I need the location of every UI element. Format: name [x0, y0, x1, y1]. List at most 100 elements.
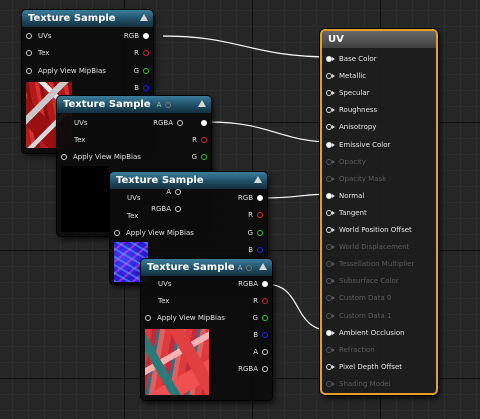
output-pin-icon[interactable]: [201, 120, 207, 126]
input-pin-icon[interactable]: [26, 68, 32, 74]
alpha-pin-icon[interactable]: [165, 101, 172, 108]
input-uvs[interactable]: UVs: [158, 278, 172, 290]
result-input-row[interactable]: Subsurface Color: [326, 275, 399, 287]
input-pin-icon[interactable]: [326, 329, 335, 336]
output-pin-icon[interactable]: [262, 298, 268, 304]
input-tex[interactable]: Tex: [74, 134, 85, 146]
input-uvs[interactable]: UVs: [127, 192, 141, 204]
output-pin-icon[interactable]: [262, 315, 268, 321]
output-rgb-connected[interactable]: [197, 117, 207, 129]
output-pin-icon[interactable]: [177, 120, 183, 126]
output-pin-icon[interactable]: [201, 154, 207, 160]
input-apply-view-mipbias[interactable]: Apply View MipBias: [26, 65, 106, 77]
collapse-arrow-icon[interactable]: [259, 263, 267, 270]
result-input-row[interactable]: Opacity: [326, 156, 366, 168]
input-apply-view-mipbias[interactable]: Apply View MipBias: [145, 312, 225, 324]
output-pin-icon[interactable]: [262, 366, 268, 372]
output-rgb[interactable]: RGB: [238, 192, 263, 204]
result-input-row[interactable]: Tessellation Multiplier: [326, 258, 414, 270]
output-pin-icon[interactable]: [257, 230, 263, 236]
input-apply-view-mipbias[interactable]: Apply View MipBias: [114, 227, 194, 239]
output-rgba-2[interactable]: RGBA: [238, 363, 268, 375]
input-tex[interactable]: Tex: [26, 47, 49, 59]
output-b[interactable]: B: [134, 82, 149, 94]
collapse-arrow-icon[interactable]: [254, 176, 262, 183]
output-pin-icon[interactable]: [143, 85, 149, 91]
output-pin-icon[interactable]: [175, 189, 181, 195]
collapse-arrow-icon[interactable]: [140, 14, 148, 21]
result-input-row[interactable]: Custom Data 1: [326, 310, 391, 322]
input-pin-icon[interactable]: [26, 50, 32, 56]
input-uvs[interactable]: UVs: [74, 117, 88, 129]
result-input-row[interactable]: Base Color: [326, 53, 377, 65]
output-pin-icon[interactable]: [143, 68, 149, 74]
output-a[interactable]: A: [166, 186, 181, 198]
result-input-row[interactable]: Custom Data 0: [326, 292, 391, 304]
output-pin-icon[interactable]: [143, 33, 149, 39]
input-apply-view-mipbias[interactable]: Apply View MipBias: [61, 151, 141, 163]
output-pin-icon[interactable]: [262, 332, 268, 338]
input-pin-icon[interactable]: [326, 209, 335, 216]
output-rgb[interactable]: RGB: [124, 30, 149, 42]
output-g[interactable]: G: [134, 65, 149, 77]
input-pin-icon[interactable]: [326, 56, 335, 62]
result-input-row[interactable]: World Position Offset: [326, 224, 412, 236]
input-pin-icon[interactable]: [61, 154, 67, 160]
result-input-row[interactable]: Ambient Occlusion: [326, 327, 405, 339]
node-header[interactable]: Texture Sample: [110, 172, 267, 189]
input-pin-icon[interactable]: [326, 124, 335, 131]
output-g[interactable]: G: [192, 151, 207, 163]
input-pin-icon[interactable]: [326, 312, 335, 319]
input-pin-icon[interactable]: [326, 380, 335, 387]
alpha-pin-icon[interactable]: [246, 264, 253, 271]
input-pin-icon[interactable]: [326, 363, 335, 370]
input-tex[interactable]: Tex: [158, 295, 169, 307]
input-pin-icon[interactable]: [326, 278, 335, 285]
output-pin-icon[interactable]: [175, 206, 181, 212]
result-input-row[interactable]: Refraction: [326, 344, 375, 356]
input-pin-icon[interactable]: [326, 227, 335, 233]
input-tex[interactable]: Tex: [127, 210, 138, 222]
output-rgba[interactable]: RGBA: [153, 117, 183, 129]
input-pin-icon[interactable]: [326, 244, 335, 251]
output-rgba-upper[interactable]: RGBA: [151, 203, 181, 215]
input-uvs[interactable]: UVs: [26, 30, 52, 42]
result-input-row[interactable]: Anisotropy: [326, 121, 376, 133]
input-pin-icon[interactable]: [114, 230, 120, 236]
collapse-arrow-icon[interactable]: [198, 100, 206, 107]
output-pin-icon[interactable]: [257, 212, 263, 218]
result-input-row[interactable]: Shading Model: [326, 378, 391, 390]
result-input-row[interactable]: Pixel Depth Offset: [326, 361, 402, 373]
output-pin-icon[interactable]: [257, 195, 263, 201]
result-input-row[interactable]: Tangent: [326, 207, 367, 219]
result-input-row[interactable]: Normal: [326, 190, 364, 202]
result-input-row[interactable]: Metallic: [326, 70, 366, 82]
input-pin-icon[interactable]: [326, 107, 335, 114]
input-pin-icon[interactable]: [326, 175, 335, 182]
result-input-row[interactable]: Opacity Mask: [326, 173, 386, 185]
result-input-row[interactable]: Roughness: [326, 104, 377, 116]
node-header[interactable]: UV: [322, 31, 436, 48]
output-b[interactable]: B: [248, 244, 263, 256]
output-pin-icon[interactable]: [262, 349, 268, 355]
material-result-node[interactable]: UV Base Color Metallic Specular Roughness An…: [320, 29, 438, 395]
node-header[interactable]: Texture Sample A: [57, 96, 211, 113]
output-pin-icon[interactable]: [262, 281, 268, 287]
input-pin-icon[interactable]: [326, 261, 335, 268]
output-a[interactable]: A: [253, 346, 268, 358]
result-input-row[interactable]: Emissive Color: [326, 139, 390, 151]
node-header[interactable]: Texture Sample A: [141, 259, 272, 276]
output-pin-icon[interactable]: [201, 137, 207, 143]
output-pin-icon[interactable]: [143, 50, 149, 56]
output-r[interactable]: R: [253, 295, 268, 307]
output-r[interactable]: R: [192, 134, 207, 146]
input-pin-icon[interactable]: [326, 295, 335, 302]
input-pin-icon[interactable]: [326, 192, 335, 199]
output-pin-icon[interactable]: [257, 247, 263, 253]
output-g[interactable]: G: [253, 312, 268, 324]
node-header[interactable]: Texture Sample: [22, 10, 153, 27]
output-rgba[interactable]: RGBA: [238, 278, 268, 290]
input-pin-icon[interactable]: [326, 158, 335, 165]
input-pin-icon[interactable]: [145, 315, 151, 321]
result-input-row[interactable]: Specular: [326, 87, 370, 99]
